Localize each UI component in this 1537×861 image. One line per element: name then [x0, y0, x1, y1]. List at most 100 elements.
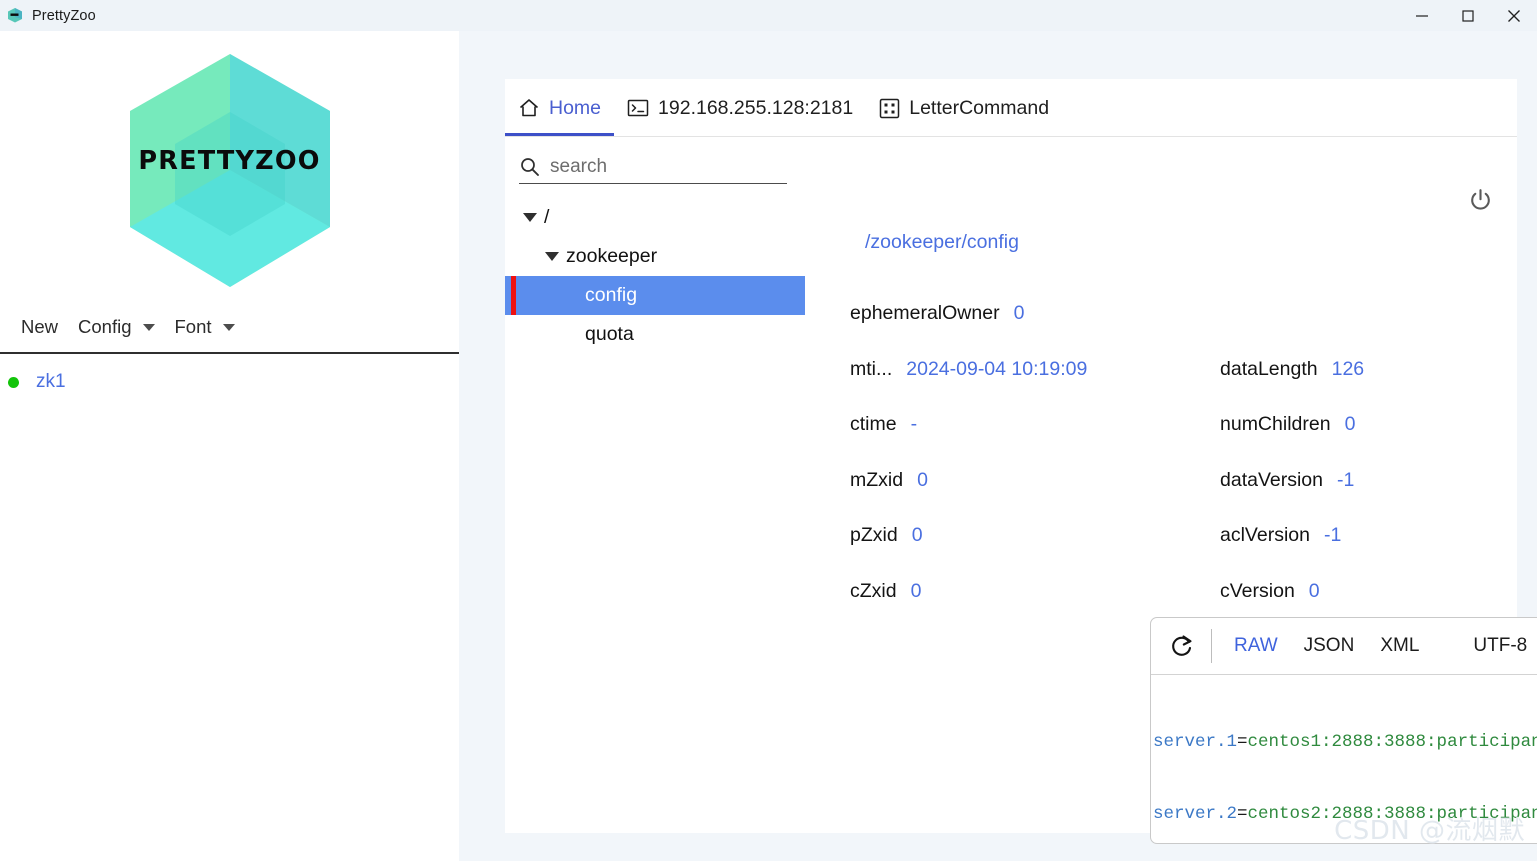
- power-icon[interactable]: [1465, 185, 1495, 215]
- close-button[interactable]: [1491, 0, 1537, 31]
- status-dot-icon: [8, 376, 19, 388]
- property-key: cVersion: [1220, 579, 1295, 602]
- watermark: CSDN @流烟默: [1334, 816, 1525, 846]
- code-line: server.1=centos1:2888:3888:participant: [1153, 730, 1537, 754]
- property-row: ctime - numChildren 0: [850, 397, 1510, 453]
- sidebar-divider: [0, 352, 459, 354]
- search-box[interactable]: [519, 150, 787, 184]
- tree-label-config: config: [585, 284, 638, 306]
- tab-home-label: Home: [549, 96, 602, 119]
- property-value: 2024-09-04 10:19:09: [906, 357, 1088, 380]
- property-value: 0: [910, 579, 922, 602]
- chevron-down-icon: [142, 323, 155, 331]
- logo-container: PRETTYZOO: [0, 31, 459, 303]
- property-cell: ephemeralOwner 0: [850, 302, 1510, 325]
- home-icon: [518, 97, 540, 119]
- property-row: cZxid 0 cVersion 0: [850, 564, 1510, 620]
- menu-config-label: Config: [78, 316, 132, 337]
- chevron-down-icon[interactable]: [545, 252, 559, 261]
- property-cell: cVersion 0: [1220, 580, 1510, 603]
- connection-name: zk1: [36, 371, 66, 392]
- code-key: server.2: [1153, 804, 1238, 824]
- property-key: aclVersion: [1220, 524, 1310, 547]
- property-cell: ctime -: [850, 413, 1220, 436]
- property-key: numChildren: [1220, 413, 1331, 436]
- detail-column: /zookeeper/config ephemeralOwner 0 mti..…: [805, 138, 1537, 844]
- refresh-icon[interactable]: [1169, 632, 1195, 660]
- window-controls: [1399, 0, 1537, 31]
- tree-row[interactable]: config: [505, 276, 805, 315]
- tab-server[interactable]: 192.168.255.128:2181: [614, 80, 866, 136]
- property-key: cZxid: [850, 579, 897, 602]
- property-cell: mti... 2024-09-04 10:19:09: [850, 358, 1220, 381]
- tab-home[interactable]: Home: [505, 80, 615, 136]
- property-key: mti...: [850, 357, 893, 380]
- code-equals: =: [1237, 732, 1248, 752]
- menu-font[interactable]: Font: [165, 307, 245, 347]
- property-value: 0: [1344, 413, 1356, 436]
- sidebar: PRETTYZOO New Config Font zk1: [0, 31, 459, 861]
- node-path: /zookeeper/config: [865, 231, 1019, 253]
- content-panel: Home 192.168.255.128:2181 LetterCommand …: [505, 79, 1537, 844]
- connection-list: zk1: [0, 363, 459, 401]
- format-button-xml[interactable]: XML: [1380, 635, 1419, 657]
- toolbar-divider: [1211, 629, 1212, 663]
- menu-new[interactable]: New: [11, 307, 68, 347]
- property-row: mZxid 0 dataVersion -1: [850, 453, 1510, 509]
- chevron-down-icon: [222, 323, 235, 331]
- property-row: ephemeralOwner 0: [850, 286, 1510, 342]
- tree-label-zookeeper: zookeeper: [566, 245, 658, 267]
- tree-column: / zookeeper config quota: [505, 138, 805, 833]
- tab-bar: Home 192.168.255.128:2181 LetterCommand: [505, 79, 1517, 137]
- tree-row[interactable]: zookeeper: [505, 237, 805, 276]
- tree-row[interactable]: /: [505, 198, 805, 237]
- format-button-raw[interactable]: RAW: [1234, 635, 1278, 657]
- property-value: -1: [1323, 524, 1342, 547]
- property-cell: numChildren 0: [1220, 413, 1510, 436]
- maximize-button[interactable]: [1445, 0, 1491, 31]
- menu-font-label: Font: [174, 316, 212, 337]
- property-cell: mZxid 0: [850, 469, 1220, 492]
- tab-letter-command[interactable]: LetterCommand: [866, 80, 1062, 136]
- minimize-button[interactable]: [1399, 0, 1445, 31]
- format-button-json[interactable]: JSON: [1304, 635, 1355, 657]
- search-input[interactable]: [550, 155, 765, 178]
- property-value: 0: [911, 524, 923, 547]
- property-key: dataVersion: [1220, 468, 1323, 491]
- tab-server-label: 192.168.255.128:2181: [658, 96, 854, 119]
- property-cell: cZxid 0: [850, 580, 1220, 603]
- grid-dots-icon: [879, 98, 900, 119]
- prettyzoo-logo-icon: [7, 7, 24, 24]
- property-cell: dataVersion -1: [1220, 469, 1510, 492]
- prettyzoo-logo: PRETTYZOO: [129, 53, 330, 287]
- encoding-label: UTF-8: [1473, 635, 1528, 656]
- property-cell: aclVersion -1: [1220, 524, 1510, 547]
- property-key: ephemeralOwner: [850, 302, 1000, 325]
- property-cell: dataLength 126: [1220, 358, 1510, 381]
- property-key: mZxid: [850, 468, 904, 491]
- property-key: pZxid: [850, 524, 898, 547]
- property-value: 0: [1013, 302, 1025, 325]
- window-title: PrettyZoo: [32, 7, 96, 24]
- terminal-icon: [627, 98, 649, 118]
- chevron-down-icon[interactable]: [523, 213, 537, 222]
- node-properties-table: ephemeralOwner 0 mti... 2024-09-04 10:19…: [850, 286, 1510, 619]
- code-key: server.1: [1153, 732, 1238, 752]
- code-equals: =: [1237, 804, 1248, 824]
- menu-config[interactable]: Config: [68, 307, 164, 347]
- connection-item-zk1[interactable]: zk1: [0, 363, 459, 401]
- property-value: 126: [1331, 357, 1365, 380]
- property-cell: pZxid 0: [850, 524, 1220, 547]
- tab-letter-command-label: LetterCommand: [909, 96, 1050, 119]
- tree-label-quota: quota: [585, 323, 634, 345]
- property-value: -1: [1337, 468, 1355, 491]
- tree-label-root: /: [544, 206, 550, 228]
- property-row: pZxid 0 aclVersion -1: [850, 508, 1510, 564]
- encoding-select[interactable]: UTF-8: [1473, 635, 1537, 657]
- title-bar: PrettyZoo: [0, 0, 1537, 31]
- property-value: -: [910, 413, 918, 436]
- sidebar-menubar: New Config Font: [0, 303, 459, 351]
- node-tree: / zookeeper config quota: [505, 198, 805, 354]
- application-window: PrettyZoo PRETTYZOO New Config Font zk1 …: [0, 0, 1537, 861]
- tree-row[interactable]: quota: [505, 315, 805, 354]
